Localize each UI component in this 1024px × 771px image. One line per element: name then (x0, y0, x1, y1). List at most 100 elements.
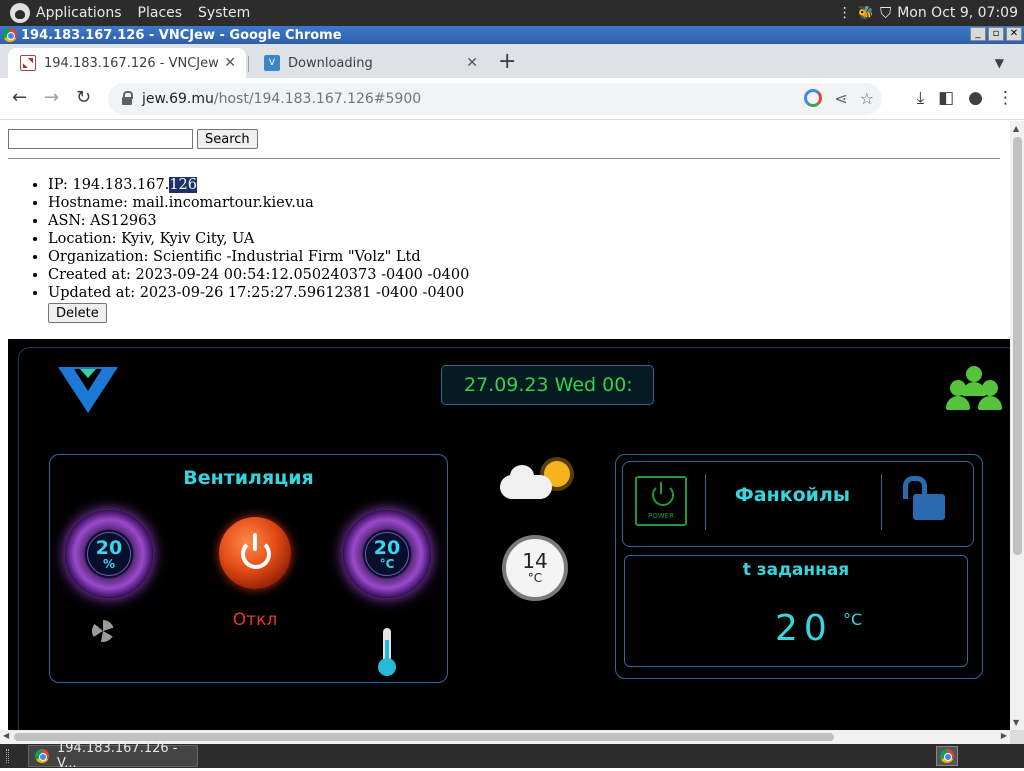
ventilation-title: Вентиляция (183, 467, 314, 489)
address-bar[interactable]: jew.69.mu /host/194.183.167.126#5900 ⋖ ☆ (108, 83, 882, 115)
panel-handle-icon: ⋮ (837, 5, 852, 21)
page-content: Search IP: 194.183.167.126 Hostname: mai… (0, 121, 1010, 730)
hostname-item: Hostname: mail.incomartour.kiev.ua (48, 194, 469, 212)
horizontal-scroll-thumb[interactable] (14, 733, 834, 741)
fan-speed-value: 20 (95, 537, 123, 559)
bee-icon[interactable]: 🐝 (858, 6, 874, 21)
hmi-datetime: 27.09.23 Wed 00: (441, 365, 654, 405)
fancoils-panel: POWER Фанкойлы t заданная 20 °C (615, 454, 983, 679)
fan-icon (92, 620, 114, 642)
setpoint-box[interactable]: t заданная 20 °C (624, 555, 968, 667)
panel-clock[interactable]: Mon Oct 9, 07:09 (897, 5, 1018, 21)
scrollbar-corner (1010, 730, 1024, 744)
tab-label: Downloading (288, 55, 373, 71)
outdoor-temp-unit: °C (527, 571, 543, 585)
minimize-button[interactable]: _ (970, 27, 986, 41)
host-info-list: IP: 194.183.167.126 Hostname: mail.incom… (48, 176, 469, 302)
tab-divider (248, 56, 249, 72)
search-input[interactable] (8, 129, 193, 149)
taskbar-handle-icon (6, 749, 9, 763)
created-item: Created at: 2023-09-24 00:54:12.05024037… (48, 266, 469, 284)
reload-icon[interactable]: ↻ (76, 88, 91, 108)
tab-vncjew[interactable]: 194.183.167.126 - VNCJew ✕ (8, 48, 246, 78)
taskbar-chrome-window[interactable]: 194.183.167.126 - V... (28, 741, 198, 771)
url-domain: jew.69.mu (142, 91, 214, 107)
shield-icon[interactable]: ⛉ (880, 4, 891, 22)
new-tab-plus-icon[interactable]: + (498, 51, 516, 73)
updated-item: Updated at: 2023-09-26 17:25:27.59612381… (48, 284, 469, 302)
vnc-screen[interactable]: 27.09.23 Wed 00: Вентиляция 20% 20 °C Отк… (8, 339, 1010, 730)
scroll-right-icon[interactable]: ▶ (1001, 731, 1007, 740)
applications-menu[interactable]: Applications (30, 5, 132, 21)
ventilation-power-button[interactable] (219, 517, 291, 589)
thermometer-icon (378, 628, 396, 676)
lock-icon[interactable] (122, 91, 133, 105)
profile-icon[interactable]: ● (968, 88, 983, 108)
url-path: /host/194.183.167.126#5900 (213, 91, 422, 107)
temperature-value: 20 (373, 537, 401, 559)
ip-selected-text: 126 (169, 177, 198, 193)
divider (8, 158, 1000, 159)
gnome-foot-icon[interactable] (10, 3, 30, 23)
scroll-up-icon[interactable]: ▲ (1013, 124, 1019, 133)
scroll-down-icon[interactable]: ▼ (1013, 718, 1019, 727)
chrome-icon (35, 749, 49, 763)
tab-search-chevron-icon[interactable]: ▼ (995, 56, 1004, 70)
search-button[interactable]: Search (197, 129, 258, 149)
vertical-scrollbar[interactable]: ▲ ▼ (1010, 121, 1024, 730)
system-menu[interactable]: System (192, 5, 260, 21)
tray-chrome-icon[interactable] (936, 746, 958, 766)
close-tab-icon[interactable]: ✕ (224, 55, 236, 71)
vertical-scroll-thumb[interactable] (1013, 137, 1022, 555)
delete-button[interactable]: Delete (48, 303, 107, 323)
location-item: Location: Kyiv, Kyiv City, UA (48, 230, 469, 248)
top-panel: Applications Places System ⋮ 🐝 ⛉ Mon Oct… (0, 0, 1024, 26)
window-titlebar[interactable]: 194.183.167.126 - VNCJew - Google Chrome… (0, 26, 1024, 44)
download-icon[interactable]: ⤓ (917, 88, 925, 108)
temperature-dial[interactable]: 20 °C (343, 510, 431, 598)
taskbar-item-label: 194.183.167.126 - V... (57, 741, 178, 771)
back-arrow-icon[interactable]: ← (12, 88, 27, 108)
tab-downloading[interactable]: V Downloading ✕ (252, 48, 488, 78)
fancoils-header: POWER Фанкойлы (622, 461, 974, 547)
tab-label: 194.183.167.126 - VNCJew (44, 55, 219, 71)
window-title: 194.183.167.126 - VNCJew - Google Chrome (21, 27, 342, 43)
fan-speed-dial[interactable]: 20% (65, 510, 153, 598)
fan-speed-unit: % (102, 557, 116, 571)
ip-prefix: 194.183.167. (72, 177, 170, 193)
ip-label: IP: (48, 177, 73, 193)
outdoor-temp-value: 14 (522, 549, 548, 573)
setpoint-value: 20 (775, 608, 833, 649)
bottom-taskbar: 194.183.167.126 - V... (0, 741, 1024, 771)
outdoor-temperature-gauge: 14 °C (502, 535, 568, 601)
vnc-favicon-icon (20, 55, 36, 71)
search-form: Search (8, 129, 258, 149)
users-icon[interactable] (946, 366, 1002, 410)
places-menu[interactable]: Places (132, 5, 193, 21)
browser-toolbar: ← → ↻ jew.69.mu /host/194.183.167.126#59… (0, 78, 1024, 120)
logo-accent-icon (80, 369, 96, 378)
temperature-unit: °C (379, 557, 395, 571)
bookmark-star-icon[interactable]: ☆ (860, 89, 874, 108)
scroll-left-icon[interactable]: ◀ (3, 731, 9, 740)
chrome-menu-icon[interactable]: ⋮ (997, 88, 1014, 108)
setpoint-title: t заданная (742, 560, 850, 580)
setpoint-unit: °C (843, 610, 863, 629)
fancoil-power-button[interactable]: POWER (635, 476, 687, 526)
ventilation-panel: Вентиляция 20% 20 °C Откл (49, 454, 448, 683)
google-lens-icon[interactable] (804, 89, 823, 107)
organization-item: Organization: Scientific -Industrial Fir… (48, 248, 469, 266)
maximize-button[interactable]: ▫ (988, 27, 1004, 41)
unlock-icon[interactable] (903, 476, 945, 522)
forward-arrow-icon[interactable]: → (44, 88, 59, 108)
power-label: POWER (648, 512, 674, 520)
fancoils-title: Фанкойлы (734, 484, 851, 506)
side-panel-icon[interactable]: ◧ (938, 88, 954, 108)
ip-item: IP: 194.183.167.126 (48, 176, 469, 194)
close-tab-icon[interactable]: ✕ (466, 55, 478, 71)
share-icon[interactable]: ⋖ (834, 89, 847, 108)
ventilation-status: Откл (232, 610, 278, 630)
close-window-button[interactable]: ✕ (1006, 27, 1022, 41)
downloading-favicon-icon: V (264, 55, 280, 71)
weather-icon (498, 459, 574, 503)
